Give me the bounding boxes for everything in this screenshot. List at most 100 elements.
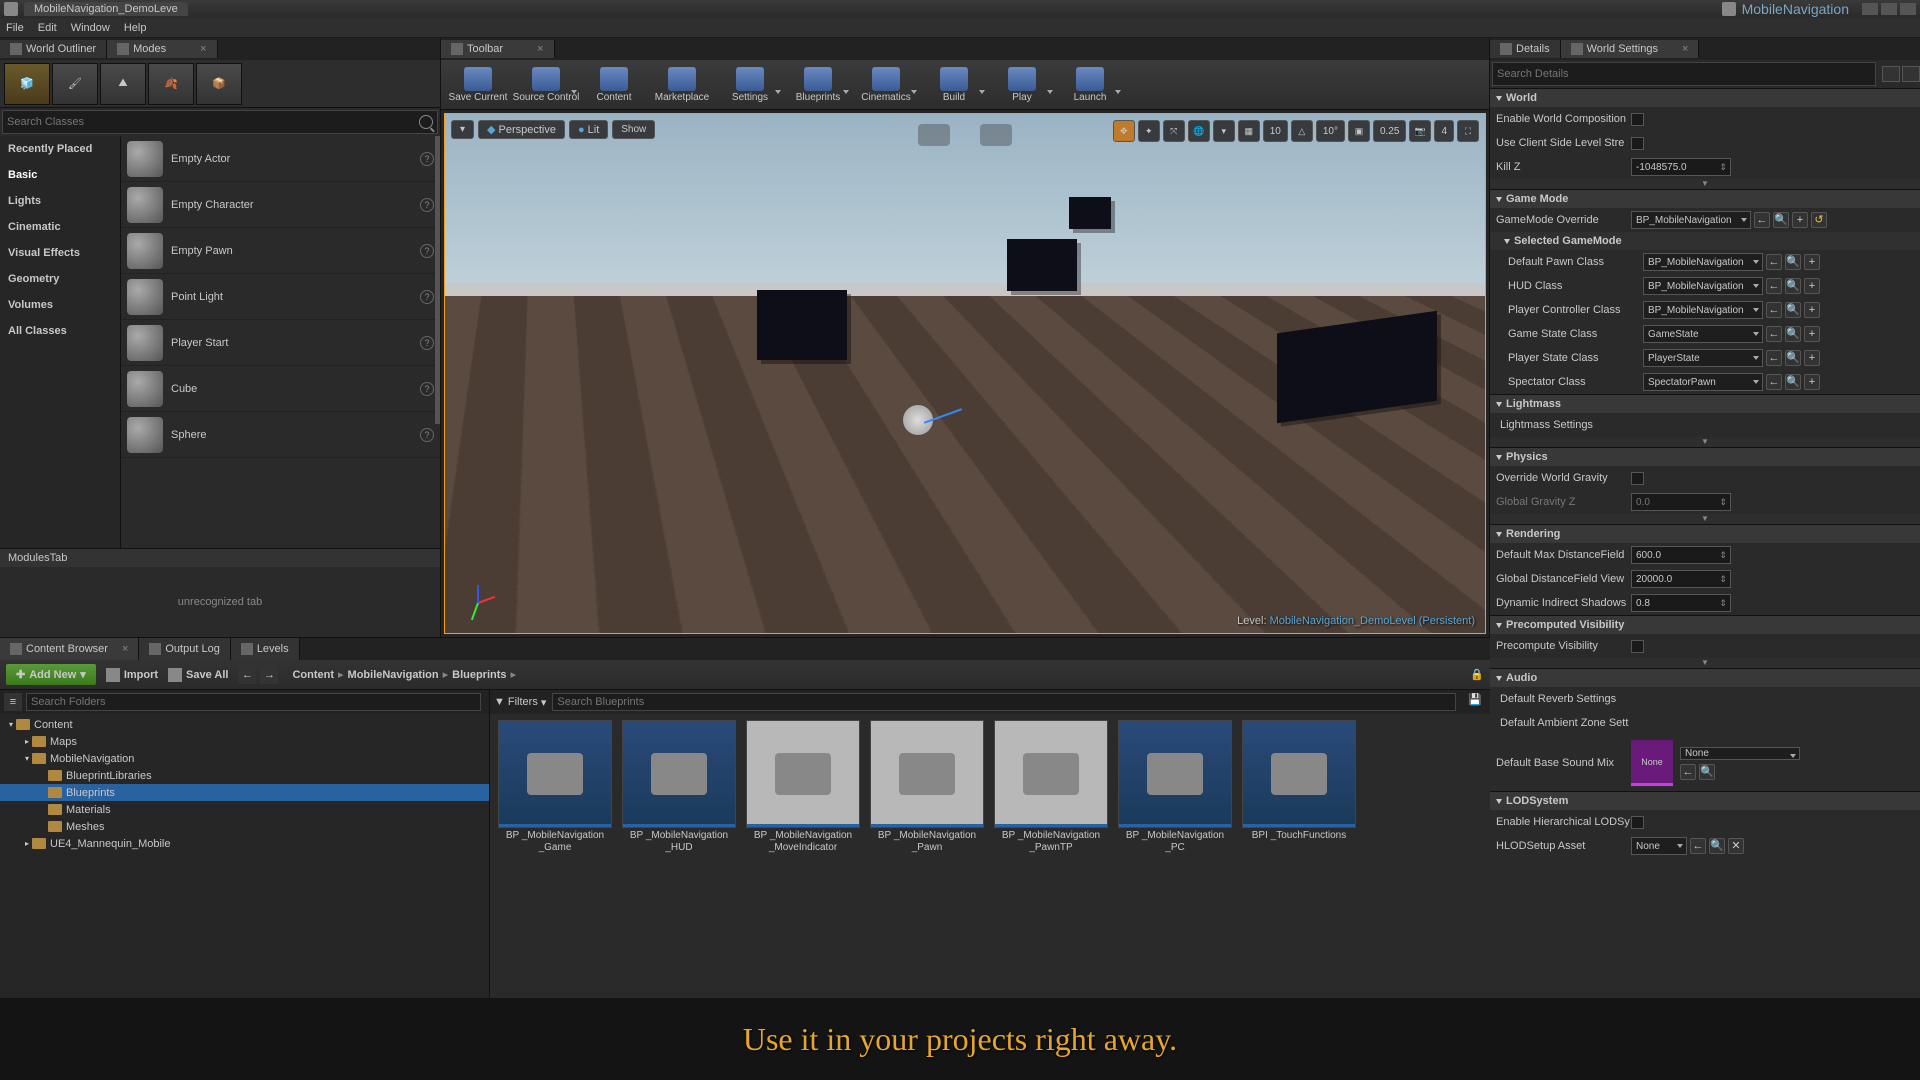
tree-expand-icon[interactable]: ▾ — [22, 754, 32, 763]
tab-modes[interactable]: Modes× — [107, 40, 217, 58]
section-rendering[interactable]: Rendering — [1490, 525, 1920, 543]
toolbar-build-button[interactable]: Build — [921, 62, 987, 108]
dropdown[interactable]: None — [1631, 837, 1687, 855]
menu-help[interactable]: Help — [124, 22, 147, 34]
angle-snap-value[interactable]: 10° — [1316, 120, 1345, 142]
tree-item[interactable]: Materials — [0, 801, 489, 818]
transform-select-icon[interactable]: ✥ — [1113, 120, 1135, 142]
browse-icon[interactable]: 🔍 — [1699, 764, 1715, 780]
modes-category[interactable]: Visual Effects — [0, 240, 120, 266]
asset-search-input[interactable] — [552, 693, 1456, 711]
browse-icon[interactable]: 🔍 — [1785, 350, 1801, 366]
checkbox[interactable] — [1631, 113, 1644, 126]
dropdown[interactable]: PlayerState — [1643, 349, 1763, 367]
tab-toolbar[interactable]: Toolbar× — [441, 40, 555, 58]
modes-category[interactable]: Geometry — [0, 266, 120, 292]
modes-item[interactable]: Empty Pawn? — [121, 228, 440, 274]
toolbar-play-button[interactable]: Play — [989, 62, 1055, 108]
tree-item[interactable]: ▸UE4_Mannequin_Mobile — [0, 835, 489, 852]
number-input[interactable]: -1048575.0 — [1631, 158, 1731, 176]
tree-expand-icon[interactable]: ▸ — [22, 839, 32, 848]
use-selected-icon[interactable]: ← — [1766, 350, 1782, 366]
dropdown[interactable]: GameState — [1643, 325, 1763, 343]
scale-snap-icon[interactable]: ▣ — [1348, 120, 1370, 142]
cb-lock-icon[interactable]: 🔒 — [1470, 668, 1484, 681]
camera-speed-icon[interactable]: 📷 — [1409, 120, 1431, 142]
modes-search-input[interactable] — [7, 116, 419, 128]
viewport-menu-button[interactable]: ▾ — [451, 120, 474, 139]
checkbox[interactable] — [1631, 816, 1644, 829]
asset-item[interactable]: BP _MobileNavigation _HUD — [620, 720, 738, 866]
chevron-down-icon[interactable] — [843, 90, 849, 94]
modules-tab-title[interactable]: ModulesTab — [0, 549, 440, 567]
use-selected-icon[interactable]: ← — [1690, 838, 1706, 854]
new-icon[interactable]: + — [1804, 350, 1820, 366]
crumb-part[interactable]: Blueprints — [452, 669, 506, 681]
tree-expand-icon[interactable]: ▾ — [6, 720, 16, 729]
tree-item[interactable]: BlueprintLibraries — [0, 767, 489, 784]
use-selected-icon[interactable]: ← — [1766, 374, 1782, 390]
chevron-down-icon[interactable] — [571, 90, 577, 94]
tab-world-outliner[interactable]: World Outliner — [0, 40, 107, 58]
tab-close-icon[interactable]: × — [122, 643, 128, 655]
toolbar-launch-button[interactable]: Launch — [1057, 62, 1123, 108]
info-icon[interactable]: ? — [420, 428, 434, 442]
toolbar-save-current-button[interactable]: Save Current — [445, 62, 511, 108]
view-options-icon[interactable] — [1902, 66, 1920, 82]
info-icon[interactable]: ? — [420, 152, 434, 166]
modes-item[interactable]: Sphere? — [121, 412, 440, 458]
crumb-part[interactable]: Content — [292, 669, 334, 681]
section-expander[interactable]: ▼ — [1490, 437, 1920, 447]
property-matrix-icon[interactable] — [1882, 66, 1900, 82]
import-button[interactable]: Import — [106, 668, 158, 682]
dropdown[interactable]: BP_MobileNavigation — [1631, 211, 1751, 229]
tree-item[interactable]: Blueprints — [0, 784, 489, 801]
toolbar-cinematics-button[interactable]: Cinematics — [853, 62, 919, 108]
viewport-level-link[interactable]: MobileNavigation_DemoLevel (Persistent) — [1270, 615, 1475, 627]
filters-button[interactable]: ▼Filters▾ — [494, 696, 546, 709]
new-icon[interactable]: + — [1804, 326, 1820, 342]
camera-speed-value[interactable]: 4 — [1434, 120, 1454, 142]
asset-item[interactable]: BP _MobileNavigation _Pawn — [868, 720, 986, 866]
chevron-down-icon[interactable] — [1115, 90, 1121, 94]
tab-close-icon[interactable]: × — [1682, 43, 1688, 55]
details-search[interactable] — [1492, 62, 1876, 86]
number-input[interactable]: 0.8 — [1631, 594, 1731, 612]
section-lodsystem[interactable]: LODSystem — [1490, 792, 1920, 810]
viewport-perspective-button[interactable]: ◆Perspective — [478, 120, 565, 139]
chevron-down-icon[interactable] — [775, 90, 781, 94]
section-lightmass[interactable]: Lightmass — [1490, 395, 1920, 413]
section-precomputed-visibility[interactable]: Precomputed Visibility — [1490, 616, 1920, 634]
viewport-lit-button[interactable]: ●Lit — [569, 120, 608, 139]
tree-expand-icon[interactable]: ▸ — [22, 737, 32, 746]
mode-geometry-icon[interactable]: 📦 — [196, 63, 242, 105]
angle-snap-icon[interactable]: △ — [1291, 120, 1313, 142]
checkbox[interactable] — [1631, 137, 1644, 150]
new-icon[interactable]: + — [1804, 254, 1820, 270]
info-icon[interactable]: ? — [420, 290, 434, 304]
mode-landscape-icon[interactable]: ⛰ — [100, 63, 146, 105]
toolbar-source-control-button[interactable]: Source Control — [513, 62, 579, 108]
viewport-maximize-icon[interactable]: ⛶ — [1457, 120, 1479, 142]
dropdown[interactable]: SpectatorPawn — [1643, 373, 1763, 391]
tree-item[interactable]: ▾MobileNavigation — [0, 750, 489, 767]
new-icon[interactable]: + — [1804, 278, 1820, 294]
grid-snap-value[interactable]: 10 — [1263, 120, 1288, 142]
history-back-button[interactable]: ← — [238, 666, 256, 684]
viewport-show-button[interactable]: Show — [612, 120, 655, 139]
browse-icon[interactable]: 🔍 — [1785, 374, 1801, 390]
grid-snap-icon[interactable]: ▦ — [1238, 120, 1260, 142]
asset-thumbnail[interactable]: None — [1631, 740, 1673, 786]
section-gamemode[interactable]: Game Mode — [1490, 190, 1920, 208]
toolbar-blueprints-button[interactable]: Blueprints — [785, 62, 851, 108]
transform-translate-icon[interactable]: ✦ — [1138, 120, 1160, 142]
tab-content-browser[interactable]: Content Browser× — [0, 638, 139, 660]
modes-item[interactable]: Point Light? — [121, 274, 440, 320]
info-icon[interactable]: ? — [420, 244, 434, 258]
asset-item[interactable]: BP _MobileNavigation _PC — [1116, 720, 1234, 866]
section-world[interactable]: World — [1490, 89, 1920, 107]
use-selected-icon[interactable]: ← — [1680, 764, 1696, 780]
chevron-down-icon[interactable] — [1047, 90, 1053, 94]
mode-place-icon[interactable]: 🧊 — [4, 63, 50, 105]
dropdown[interactable]: None — [1680, 747, 1800, 760]
